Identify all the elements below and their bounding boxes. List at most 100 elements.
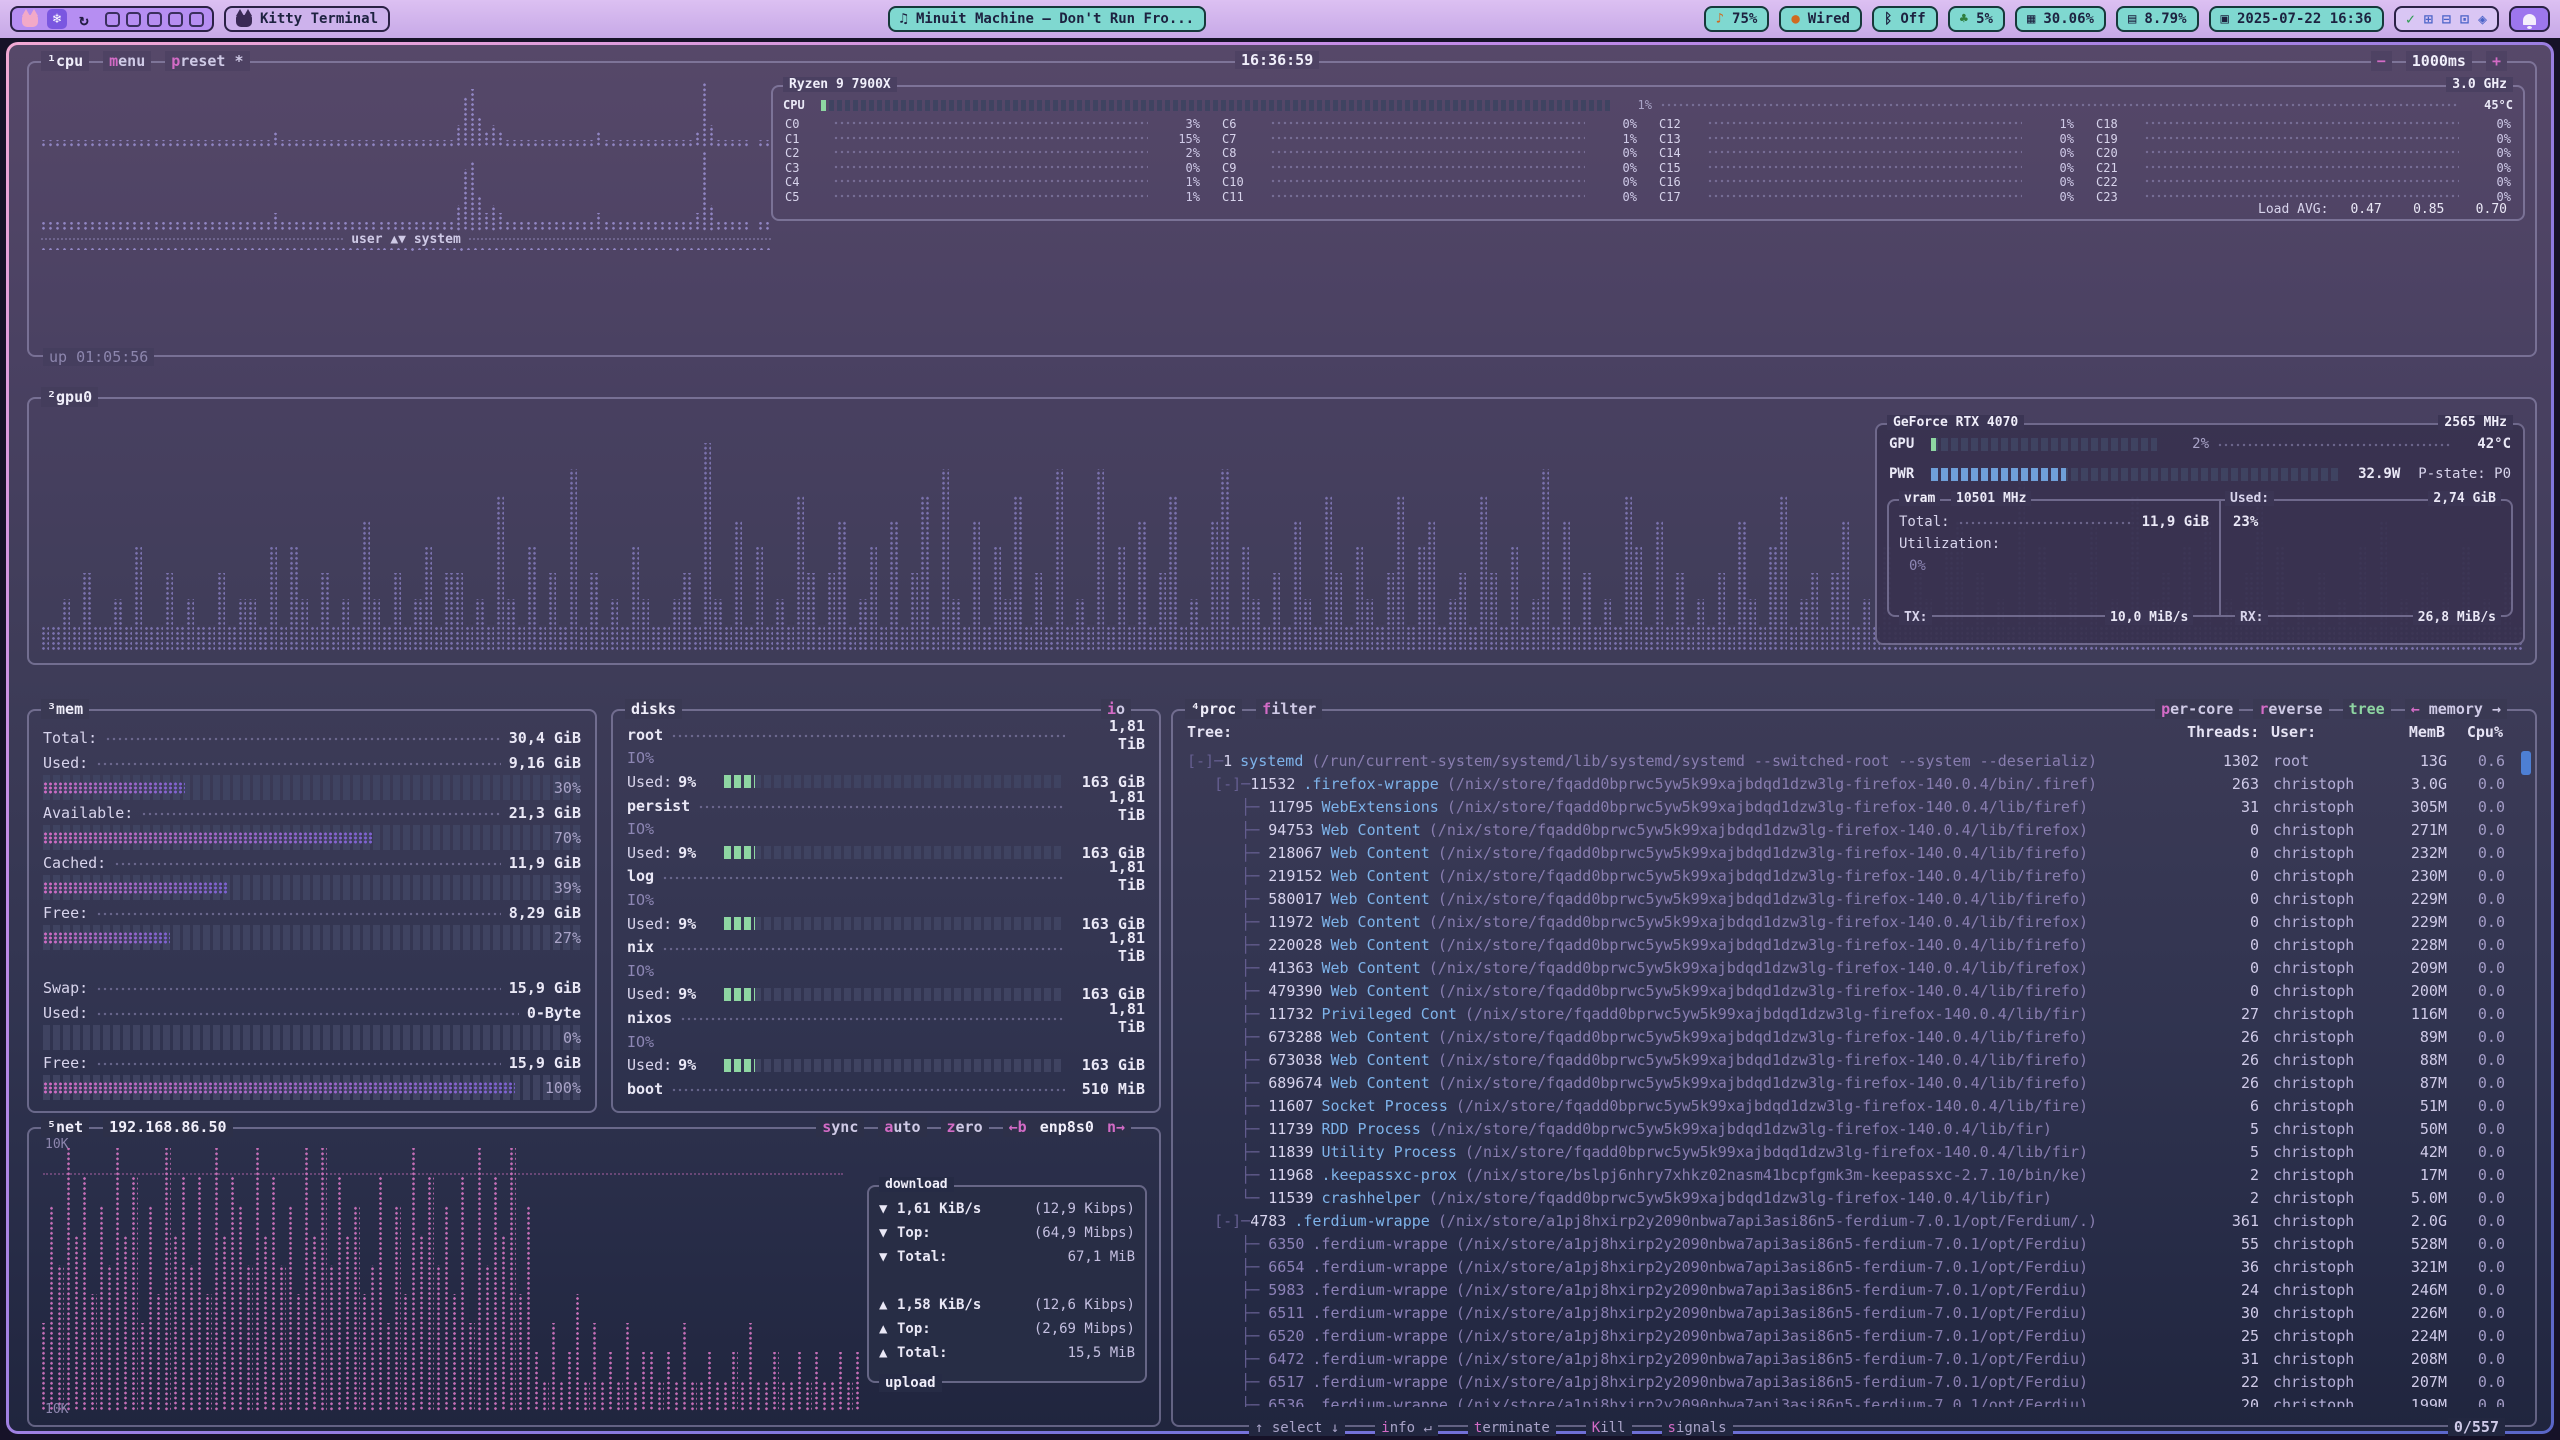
process-row[interactable]: ├─ 6511.ferdium-wrappe(/nix/store/a1pj8h… — [1187, 1301, 2521, 1324]
process-row[interactable]: ├─ 94753Web Content(/nix/store/fqadd0bpr… — [1187, 818, 2521, 841]
tray-icon-2[interactable]: ⊟ — [2442, 10, 2451, 28]
bluetooth-widget[interactable]: ᛒ Off — [1872, 6, 1938, 32]
process-row[interactable]: ├─ 220028Web Content(/nix/store/fqadd0bp… — [1187, 933, 2521, 956]
process-row[interactable]: ├─ 11739RDD Process(/nix/store/fqadd0bpr… — [1187, 1117, 2521, 1140]
refresh-increase-button[interactable]: + — [2486, 51, 2507, 71]
process-row[interactable]: ├─ 41363Web Content(/nix/store/fqadd0bpr… — [1187, 956, 2521, 979]
notifications-button[interactable] — [2509, 6, 2550, 32]
process-row[interactable]: [-]─1systemd(/run/current-system/systemd… — [1187, 749, 2521, 772]
core-name: C22 — [2096, 175, 2136, 189]
user-column-header[interactable]: User: — [2271, 723, 2375, 741]
process-row[interactable]: ├─ 673038Web Content(/nix/store/fqadd0bp… — [1187, 1048, 2521, 1071]
net-sync-button[interactable]: sync — [816, 1117, 864, 1137]
per-core-button[interactable]: per-core — [2155, 699, 2239, 719]
terminate-hint[interactable]: terminate — [1468, 1420, 1556, 1436]
menu-button[interactable]: menu — [103, 51, 151, 71]
network-rate-row: ▼ Top: (64,9 Mibps) — [879, 1221, 1135, 1245]
tray-icon-1[interactable]: ⊞ — [2424, 10, 2433, 28]
refresh-decrease-button[interactable]: − — [2371, 51, 2392, 71]
process-pid: 11732 — [1268, 1005, 1313, 1023]
memory-label: Total: — [43, 729, 97, 747]
memory-column-header[interactable]: MemB — [2375, 723, 2445, 741]
process-row[interactable]: ├─ 5983.ferdium-wrappe(/nix/store/a1pj8h… — [1187, 1278, 2521, 1301]
preset-button[interactable]: preset * — [165, 51, 249, 71]
cpu-column-header[interactable]: Cpu% — [2445, 723, 2503, 741]
net-zero-button[interactable]: zero — [941, 1117, 989, 1137]
process-name: .ferdium-wrappe — [1312, 1281, 1447, 1299]
core-row: C9 0% — [1222, 161, 1637, 176]
memory-row: Available: 21,3 GiB — [43, 800, 581, 825]
process-row[interactable]: ├─ 6350.ferdium-wrappe(/nix/store/a1pj8h… — [1187, 1232, 2521, 1255]
process-row[interactable]: [-]─4783.ferdium-wrappe(/nix/store/a1pj8… — [1187, 1209, 2521, 1232]
process-row[interactable]: ├─ 673288Web Content(/nix/store/fqadd0bp… — [1187, 1025, 2521, 1048]
process-row[interactable]: ├─ 689674Web Content(/nix/store/fqadd0bp… — [1187, 1071, 2521, 1094]
process-name: .ferdium-wrappe — [1312, 1258, 1447, 1276]
io-mode-button[interactable]: io — [1101, 699, 1131, 719]
process-row[interactable]: ├─ 6520.ferdium-wrappe(/nix/store/a1pj8h… — [1187, 1324, 2521, 1347]
process-row[interactable]: ├─ 6517.ferdium-wrappe(/nix/store/a1pj8h… — [1187, 1370, 2521, 1393]
process-row[interactable]: ├─ 6536.ferdium-wrappe(/nix/store/a1pj8h… — [1187, 1393, 2521, 1407]
select-hint[interactable]: ↑ select ↓ — [1249, 1420, 1345, 1436]
workspace-button[interactable] — [168, 12, 183, 27]
cat-launcher-icon[interactable] — [20, 9, 40, 29]
cpu-total-graph — [41, 81, 771, 147]
process-cpu: 0.0 — [2447, 1097, 2505, 1115]
music-player-widget[interactable]: ♫ Minuit Machine – Don't Run Fro... — [888, 6, 1207, 32]
workspace-button[interactable] — [147, 12, 162, 27]
refresh-icon[interactable]: ↻ — [74, 9, 94, 29]
process-row[interactable]: ├─ 11795WebExtensions(/nix/store/fqadd0b… — [1187, 795, 2521, 818]
check-icon[interactable]: ✓ — [2406, 10, 2415, 28]
memory-usage-widget[interactable]: ▦ 30.06% — [2015, 6, 2106, 32]
process-scrollbar[interactable] — [2521, 751, 2531, 775]
workspace-button[interactable] — [189, 12, 204, 27]
next-interface-button[interactable]: n→ — [1107, 1118, 1125, 1136]
process-row[interactable]: ├─ 11732Privileged Cont(/nix/store/fqadd… — [1187, 1002, 2521, 1025]
interface-switcher[interactable]: ←b enp8s0 n→ — [1003, 1117, 1131, 1137]
sort-column-switcher[interactable]: ← memory → — [2405, 699, 2507, 719]
info-hint[interactable]: info ↵ — [1375, 1420, 1438, 1436]
net-auto-button[interactable]: auto — [878, 1117, 926, 1137]
core-name: C23 — [2096, 190, 2136, 204]
cpu-usage-widget[interactable]: ♣ 5% — [1948, 6, 2005, 32]
tree-column-header[interactable]: Tree: — [1187, 723, 2187, 741]
process-row[interactable]: ├─ 6654.ferdium-wrappe(/nix/store/a1pj8h… — [1187, 1255, 2521, 1278]
process-row[interactable]: ├─ 6472.ferdium-wrappe(/nix/store/a1pj8h… — [1187, 1347, 2521, 1370]
tree-button[interactable]: tree — [2343, 699, 2391, 719]
process-cpu: 0.0 — [2447, 1189, 2505, 1207]
process-row[interactable]: ├─ 580017Web Content(/nix/store/fqadd0bp… — [1187, 887, 2521, 910]
disk-io-label: IO% — [627, 749, 654, 767]
process-row[interactable]: ├─ 11972Web Content(/nix/store/fqadd0bpr… — [1187, 910, 2521, 933]
process-row[interactable]: ├─ 479390Web Content(/nix/store/fqadd0bp… — [1187, 979, 2521, 1002]
boot-disk-row: boot 510 MiB — [613, 1077, 1159, 1101]
workspace-button[interactable] — [105, 12, 120, 27]
kill-hint[interactable]: Kill — [1586, 1420, 1632, 1436]
leader — [2144, 147, 2459, 159]
clock-widget[interactable]: ▣ 2025-07-22 16:36 — [2209, 6, 2384, 32]
process-row[interactable]: ├─ 218067Web Content(/nix/store/fqadd0bp… — [1187, 841, 2521, 864]
process-row[interactable]: [-]─11532.firefox-wrappe(/nix/store/fqad… — [1187, 772, 2521, 795]
gpu-tx-value: 10,0 MiB/s — [2105, 610, 2193, 625]
threads-column-header[interactable]: Threads: — [2187, 723, 2257, 741]
process-row[interactable]: ├─ 219152Web Content(/nix/store/fqadd0bp… — [1187, 864, 2521, 887]
network-widget[interactable]: ● Wired — [1779, 6, 1862, 32]
process-row[interactable]: └─ 11539crashhelper(/nix/store/fqadd0bpr… — [1187, 1186, 2521, 1209]
nixos-icon[interactable]: ❄ — [47, 9, 67, 29]
volume-widget[interactable]: ♪ 75% — [1704, 6, 1770, 32]
prev-interface-button[interactable]: ←b — [1009, 1118, 1027, 1136]
tray-icon-3[interactable]: ⊡ — [2460, 10, 2469, 28]
process-row[interactable]: ├─ 11607Socket Process(/nix/store/fqadd0… — [1187, 1094, 2521, 1117]
reverse-button[interactable]: reverse — [2253, 699, 2328, 719]
filter-button[interactable]: filter — [1256, 699, 1322, 719]
kitty-terminal-button[interactable]: Kitty Terminal — [224, 6, 390, 32]
leader — [671, 1081, 1065, 1096]
process-box-title: ⁴proc — [1185, 699, 1242, 719]
workspace-button[interactable] — [126, 12, 141, 27]
process-row[interactable]: ├─ 11968.keepassxc-prox(/nix/store/bslpj… — [1187, 1163, 2521, 1186]
network-rate-row: ▼ Total: 67,1 MiB — [879, 1245, 1135, 1269]
signals-hint[interactable]: signals — [1662, 1420, 1733, 1436]
disk-name-row: root 1,81 TiB — [627, 723, 1145, 747]
process-row[interactable]: ├─ 11839Utility Process(/nix/store/fqadd… — [1187, 1140, 2521, 1163]
disk-usage-widget[interactable]: ▤ 8.79% — [2116, 6, 2199, 32]
tray-icon-4[interactable]: ◈ — [2478, 10, 2487, 28]
vram-frequency: 10501 MHz — [1951, 491, 2031, 506]
